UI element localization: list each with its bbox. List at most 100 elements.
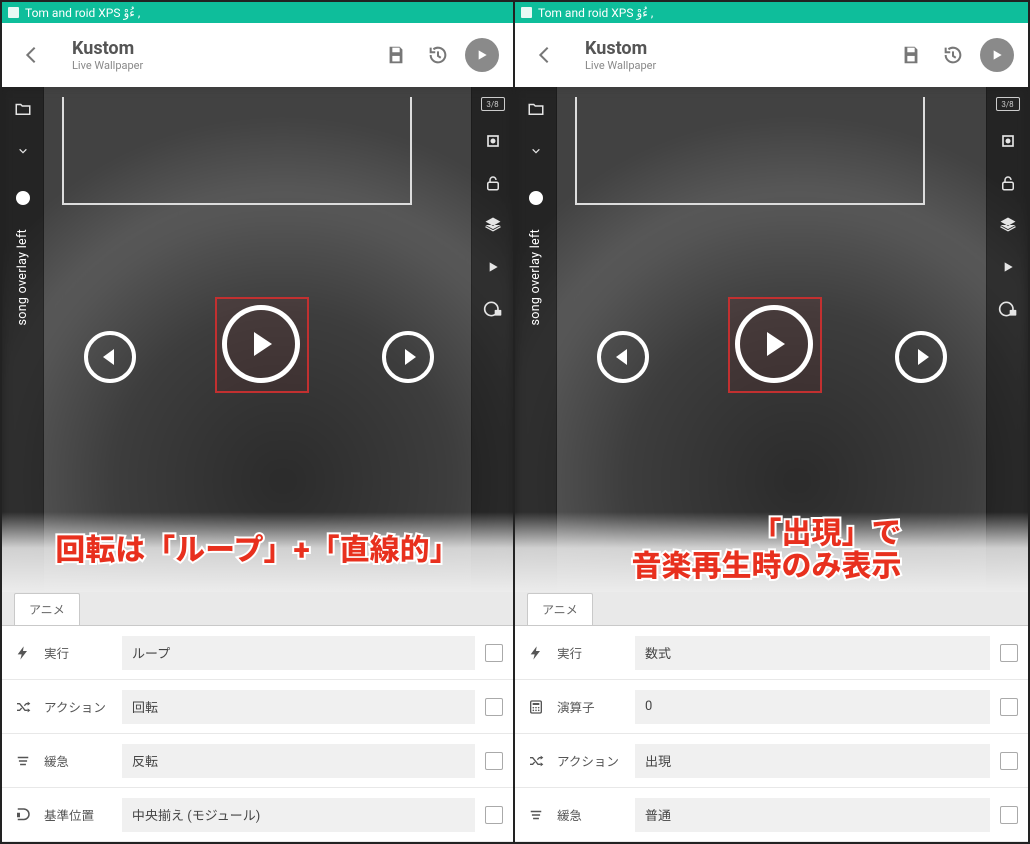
screen-badge[interactable]: 3/8 [996, 97, 1020, 111]
row-value[interactable]: 数式 [635, 636, 990, 670]
layer-name: song overlay left [528, 229, 543, 325]
back-button[interactable] [12, 34, 50, 76]
folder-icon[interactable] [11, 97, 35, 121]
caption-text: 「出現」で 音楽再生時のみ表示 [632, 517, 912, 587]
settings-row[interactable]: 基準位置 中央揃え (モジュール) [2, 788, 513, 842]
row-checkbox[interactable] [485, 644, 503, 662]
next-button[interactable] [895, 331, 947, 383]
settings-list: 実行 ループ アクション 回転 緩急 反転 基準位置 中央揃え (モジュール) [2, 626, 513, 842]
lines-icon [525, 808, 547, 822]
folder-icon[interactable] [524, 97, 548, 121]
play-button[interactable] [980, 38, 1014, 72]
play-main-button[interactable] [735, 305, 813, 383]
history-button[interactable] [934, 34, 972, 76]
row-value[interactable]: 回転 [122, 690, 475, 724]
row-label: アクション [44, 697, 112, 716]
app-subtitle: Live Wallpaper [72, 59, 373, 72]
app-subtitle: Live Wallpaper [585, 59, 888, 72]
history-button[interactable] [419, 34, 457, 76]
settings-row[interactable]: 緩急 反転 [2, 734, 513, 788]
chevron-down-icon[interactable] [524, 139, 548, 163]
bolt-icon [525, 644, 547, 662]
globe-lock-icon[interactable] [481, 297, 505, 321]
app-panel: Tom and roid XPS ءُوْ , Kustom Live Wall… [2, 2, 515, 842]
album-art-frame [575, 97, 925, 205]
album-art-frame [62, 97, 412, 205]
layers-icon[interactable] [481, 213, 505, 237]
row-checkbox[interactable] [1000, 806, 1018, 824]
calc-icon [525, 698, 547, 716]
caption-text: 回転は「ループ」+「直線的」 [55, 534, 459, 571]
bolt-icon [12, 644, 34, 662]
row-value[interactable]: 出現 [635, 744, 990, 778]
tab-anime[interactable]: アニメ [14, 593, 80, 625]
layers-icon[interactable] [996, 213, 1020, 237]
row-checkbox[interactable] [1000, 644, 1018, 662]
status-text: Tom and roid XPS ءُوْ , [538, 6, 653, 20]
play-icon[interactable] [996, 255, 1020, 279]
settings-row[interactable]: アクション 回転 [2, 680, 513, 734]
screen-badge[interactable]: 3/8 [481, 97, 505, 111]
layer-indicator[interactable] [16, 191, 30, 205]
focus-icon[interactable] [996, 129, 1020, 153]
layer-indicator[interactable] [529, 191, 543, 205]
toolbar: Kustom Live Wallpaper [2, 23, 513, 87]
status-icon [521, 7, 532, 18]
app-panel: Tom and roid XPS ءُوْ , Kustom Live Wall… [515, 2, 1028, 842]
anchor-icon [12, 806, 34, 824]
next-button[interactable] [382, 331, 434, 383]
play-icon[interactable] [481, 255, 505, 279]
app-title: Kustom [585, 38, 888, 59]
row-label: 実行 [44, 643, 112, 662]
row-label: アクション [557, 751, 625, 770]
prev-button[interactable] [597, 331, 649, 383]
app-title: Kustom [72, 38, 373, 59]
settings-row[interactable]: 緩急 普通 [515, 788, 1028, 842]
row-label: 緩急 [44, 751, 112, 770]
row-checkbox[interactable] [1000, 698, 1018, 716]
caption-overlay: 回転は「ループ」+「直線的」 [2, 512, 513, 592]
status-bar: Tom and roid XPS ءُوْ , [2, 2, 513, 23]
prev-button[interactable] [84, 331, 136, 383]
tab-anime[interactable]: アニメ [527, 593, 593, 625]
play-button[interactable] [465, 38, 499, 72]
title-block: Kustom Live Wallpaper [54, 38, 373, 72]
unlock-icon[interactable] [996, 171, 1020, 195]
row-value[interactable]: 0 [635, 690, 990, 724]
layer-name: song overlay left [15, 229, 30, 325]
status-bar: Tom and roid XPS ءُوْ , [515, 2, 1028, 23]
row-label: 実行 [557, 643, 625, 662]
row-checkbox[interactable] [485, 698, 503, 716]
row-value[interactable]: 中央揃え (モジュール) [122, 798, 475, 832]
row-checkbox[interactable] [485, 752, 503, 770]
settings-row[interactable]: アクション 出現 [515, 734, 1028, 788]
row-label: 緩急 [557, 805, 625, 824]
focus-icon[interactable] [481, 129, 505, 153]
status-icon [8, 7, 19, 18]
settings-row[interactable]: 演算子 0 [515, 680, 1028, 734]
row-checkbox[interactable] [1000, 752, 1018, 770]
status-text: Tom and roid XPS ءُوْ , [25, 6, 140, 20]
unlock-icon[interactable] [481, 171, 505, 195]
title-block: Kustom Live Wallpaper [567, 38, 888, 72]
chevron-down-icon[interactable] [11, 139, 35, 163]
save-button[interactable] [892, 34, 930, 76]
settings-row[interactable]: 実行 数式 [515, 626, 1028, 680]
tab-bar: アニメ [515, 592, 1028, 626]
lines-icon [12, 754, 34, 768]
caption-overlay: 「出現」で 音楽再生時のみ表示 [515, 512, 1028, 592]
preview-stage: song overlay left 3/8 回転は「ループ」+「直線的」 [2, 87, 513, 592]
row-value[interactable]: 普通 [635, 798, 990, 832]
row-value[interactable]: 反転 [122, 744, 475, 778]
save-button[interactable] [377, 34, 415, 76]
row-checkbox[interactable] [485, 806, 503, 824]
globe-lock-icon[interactable] [996, 297, 1020, 321]
settings-row[interactable]: 実行 ループ [2, 626, 513, 680]
row-value[interactable]: ループ [122, 636, 475, 670]
toolbar: Kustom Live Wallpaper [515, 23, 1028, 87]
tab-bar: アニメ [2, 592, 513, 626]
back-button[interactable] [525, 34, 563, 76]
row-label: 演算子 [557, 697, 625, 716]
preview-stage: song overlay left 3/8 「出現」で 音楽再生時のみ表示 [515, 87, 1028, 592]
play-main-button[interactable] [222, 305, 300, 383]
